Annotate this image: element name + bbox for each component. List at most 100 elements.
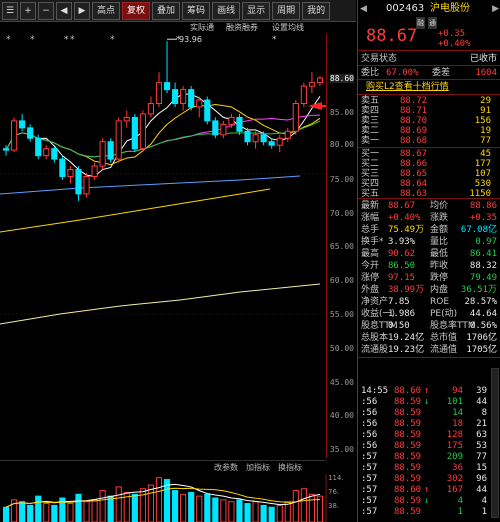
stat-value: 88.86 xyxy=(469,201,497,211)
candle-body xyxy=(284,130,291,139)
toolbar-period-button[interactable]: 周期 xyxy=(272,1,301,20)
volume-bar xyxy=(244,503,251,522)
tick-volume: 101 xyxy=(446,397,463,407)
tick-count: 63 xyxy=(476,430,487,440)
ask-row: 卖一 88.68 77 xyxy=(358,136,500,146)
candlestick-chart[interactable]: * * * * * * * 93.96 xyxy=(0,34,356,458)
stat-label: 流通值 xyxy=(430,345,458,355)
left-arrow-icon[interactable]: ◀ xyxy=(56,1,72,20)
stat-row: 涨停 97.15 跌停 79.49 xyxy=(358,272,500,284)
tick-count: 77 xyxy=(476,452,487,462)
tick-row: :57 88.59 36 15 xyxy=(358,463,500,474)
diff-value: 1604 xyxy=(475,68,497,78)
candle-body xyxy=(51,148,58,160)
tick-count: 1 xyxy=(481,507,487,517)
volume-bar xyxy=(188,491,195,522)
tick-row: :57 88.59 302 96 xyxy=(358,474,500,485)
volume-chart[interactable]: 114. 76. 38. xyxy=(0,474,356,522)
plus-icon[interactable]: + xyxy=(20,1,36,20)
header-right-arrow-icon[interactable]: ▶ xyxy=(492,3,499,15)
ask-label: 卖四 xyxy=(361,106,380,116)
tick-row: :57 88.59 ↓ 4 4 xyxy=(358,496,500,507)
ask-price: 88.72 xyxy=(400,96,428,106)
bid-volume: 45 xyxy=(480,149,491,159)
tick-volume: 94 xyxy=(452,386,463,396)
event-star-icon: * xyxy=(110,35,115,45)
stat-value: 0.97 xyxy=(475,237,497,247)
tick-volume: 175 xyxy=(446,441,463,451)
stat-label: 总市值 xyxy=(430,333,458,343)
bars-icon[interactable]: ☰ xyxy=(2,1,18,20)
edit-params-button[interactable]: 改参数 xyxy=(214,462,238,473)
tick-count: 4 xyxy=(481,496,487,506)
stat-label: 内盘 xyxy=(430,285,449,295)
candle-body xyxy=(67,169,74,177)
stat-label: 跌停 xyxy=(430,273,449,283)
candle-body xyxy=(171,89,179,105)
bid-price: 88.67 xyxy=(400,149,428,159)
toolbar-high-point[interactable]: 高点 xyxy=(92,1,121,20)
header-left-arrow-icon[interactable]: ◀ xyxy=(360,3,367,15)
volume-bar xyxy=(300,488,307,522)
ask-volume: 19 xyxy=(480,126,491,136)
tick-time: :57 xyxy=(361,452,378,462)
volume-bar xyxy=(276,504,283,522)
bid-row: 买一 88.67 45 xyxy=(358,149,500,159)
stat-label: 股息率TTM xyxy=(430,321,476,331)
bid-label: 买四 xyxy=(361,179,380,189)
stat-value: +0.40% xyxy=(388,213,421,223)
tick-scrollbar[interactable] xyxy=(491,368,499,518)
add-indicator-button[interactable]: 加指标 xyxy=(246,462,270,473)
toolbar-mine-button[interactable]: 我的 xyxy=(302,1,331,20)
volume-bar xyxy=(308,493,315,522)
volume-bar xyxy=(139,488,146,522)
toolbar-display-button[interactable]: 显示 xyxy=(242,1,271,20)
stat-label: 流通股 xyxy=(361,345,389,355)
candle-body xyxy=(115,120,122,160)
toolbar-overlay-button[interactable]: 叠加 xyxy=(152,1,181,20)
toolbar-chips-button[interactable]: 筹码 xyxy=(182,1,211,20)
tick-price: 88.59 xyxy=(394,452,422,462)
tick-volume: 128 xyxy=(446,430,463,440)
candle-body xyxy=(59,158,66,177)
toolbar-adjust-button[interactable]: 复权 xyxy=(122,1,151,20)
axis-price-label: 45.00 xyxy=(329,378,354,387)
candle-body xyxy=(300,85,307,105)
stat-row: 收益(一) 1.986 PE(动) 44.64 xyxy=(358,308,500,320)
stat-label: 总股本 xyxy=(361,333,389,343)
tick-row: :56 88.59 18 21 xyxy=(358,419,500,430)
volume-bar xyxy=(171,490,179,522)
volume-bar xyxy=(75,493,82,522)
candle-body xyxy=(260,134,267,143)
l2-banner[interactable]: 购买L2查看十档行情 xyxy=(358,81,500,93)
stat-label: 净资产 xyxy=(361,297,389,307)
stock-header: ◀ 002463 沪电股份 ▶ xyxy=(358,3,500,17)
event-star-icon: * xyxy=(6,35,11,45)
tick-row: :57 88.59 1 1 xyxy=(358,507,500,518)
stat-label: 均价 xyxy=(430,201,449,211)
volume-bar xyxy=(2,506,10,522)
tick-row: :57 88.59 209 77 xyxy=(358,452,500,463)
candle-body xyxy=(27,127,34,139)
l2-banner-link[interactable]: 购买L2查看十档行情 xyxy=(366,81,449,93)
axis-price-label: 80.00 xyxy=(329,140,354,149)
stat-row: 最高 90.62 最低 86.41 xyxy=(358,248,500,260)
subbar-ma-settings[interactable]: 设置均线 xyxy=(272,22,304,33)
subbar-actual[interactable]: 实际通 xyxy=(190,22,214,33)
ask-levels: 卖五 88.72 29 卖四 88.71 91 卖三 88.70 156 卖二 88.69 19 卖一 8… xyxy=(358,96,500,146)
subbar-margin[interactable]: 融资融券 xyxy=(226,22,258,33)
minus-icon[interactable]: − xyxy=(38,1,54,20)
candle-body xyxy=(212,120,219,136)
right-arrow-icon[interactable]: ▶ xyxy=(74,1,90,20)
tick-time: :56 xyxy=(361,419,378,429)
up-arrow-icon: ↑ xyxy=(424,485,430,495)
toolbar-draw-button[interactable]: 画线 xyxy=(212,1,241,20)
candle-body xyxy=(244,130,251,143)
event-markers: * * * * * * * xyxy=(6,35,277,45)
volume-bar xyxy=(268,506,275,522)
stock-name: 沪电股份 xyxy=(430,3,470,14)
bid-price: 88.64 xyxy=(400,179,428,189)
switch-indicator-button[interactable]: 换指标 xyxy=(278,462,302,473)
stat-label: ROE xyxy=(430,297,450,307)
volume-bar xyxy=(212,497,219,522)
